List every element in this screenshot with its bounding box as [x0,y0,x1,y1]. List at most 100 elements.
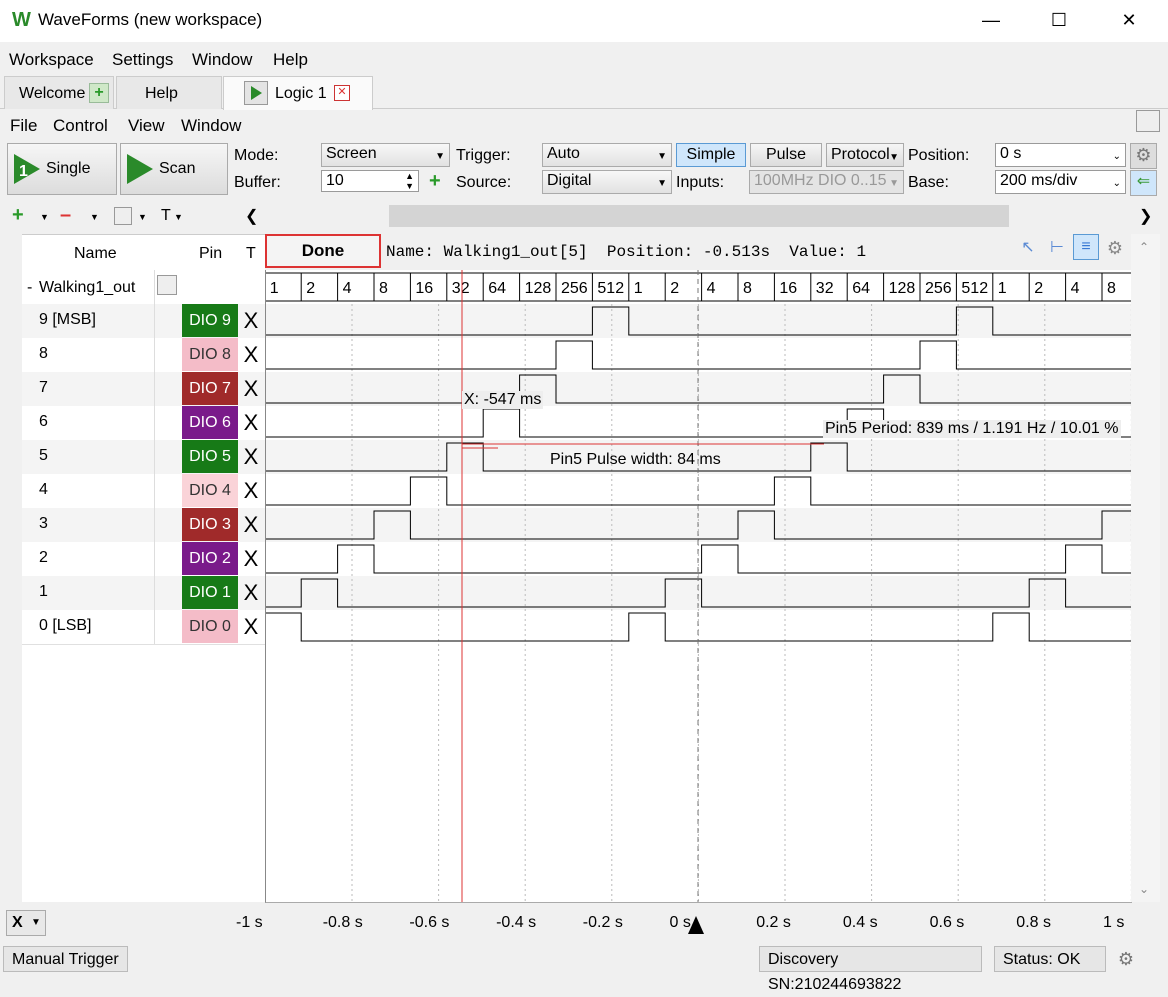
time-tick-label: -0.4 s [496,914,537,931]
edit-icon[interactable] [114,207,132,225]
trigger-column-header: T [246,245,256,262]
close-button[interactable]: ✕ [1106,6,1152,36]
bus-value: 256 [925,280,952,297]
chevron-down-icon[interactable]: ▼ [90,212,99,222]
trigger-condition[interactable]: X [240,474,262,507]
vertical-scrollbar[interactable]: ⌃ ⌄ [1131,234,1160,902]
dock-icon[interactable] [1136,110,1160,132]
channel-list: 9 [MSB] DIO 9 X 8 DIO 8 X 7 DIO 7 X 6 DIO 6 X 5 DIO 5… [22,270,265,902]
menu-file[interactable]: File [10,116,37,136]
channel-row[interactable]: 5 DIO 5X [22,440,265,475]
menu-workspace[interactable]: Workspace [9,50,94,70]
maximize-button[interactable]: ☐ [1036,6,1082,36]
time-tick-label: -0.6 s [409,914,450,931]
bus-row[interactable]: - Walking1_out [22,270,265,304]
x-axis-select[interactable]: X ▼ [6,910,46,936]
base-label: Base: [908,174,949,191]
waveform-plot[interactable]: 1 2 4 8 16 32 64 128 256 512 1 2 4 8 16 32 64 128 256 512 1 2… [264,270,1139,903]
channel-row[interactable]: 3 DIO 3X [22,508,265,543]
text-tool-icon[interactable]: T [161,207,171,225]
channel-toolbar: + ▼ – ▼ ▼ T ▼ ❮ ❯ [0,202,1168,232]
trigger-condition[interactable]: X [240,372,262,405]
trigger-condition[interactable]: X [240,304,262,337]
scroll-down-icon[interactable]: ⌄ [1139,882,1149,896]
spinner-icon[interactable]: ▲ ▼ [405,171,414,191]
trigger-condition[interactable]: X [240,542,262,575]
trigger-select[interactable]: Auto ▼ [542,143,672,167]
add-channel-icon[interactable]: + [12,204,24,227]
scroll-up-icon[interactable]: ⌃ [1139,240,1149,254]
simple-label: Simple [686,146,736,163]
trigger-condition[interactable]: X [240,508,262,541]
menu-control[interactable]: Control [53,116,108,136]
row-stripe [266,576,1132,610]
row-stripe [266,610,1132,644]
remove-channel-icon[interactable]: – [60,204,71,227]
bus-value: 4 [707,280,716,297]
tab-welcome[interactable]: Welcome + [4,76,114,109]
tab-logic-1[interactable]: Logic 1 ✕ [223,76,373,110]
time-tick-label: -0.8 s [322,914,363,931]
horizontal-scrollbar[interactable] [389,205,1009,227]
trigger-condition[interactable]: X [240,406,262,439]
channel-row[interactable]: 0 [LSB] DIO 0X [22,610,265,645]
trigger-condition[interactable]: X [240,338,262,371]
trigger-condition[interactable]: X [240,576,262,609]
scan-button[interactable]: Scan [120,143,228,195]
close-tab-icon[interactable]: ✕ [334,85,350,101]
chevron-down-icon[interactable]: ▼ [138,212,147,222]
chevron-down-icon: ⌄ [1112,151,1121,162]
menu-window-sub[interactable]: Window [181,116,241,136]
protocol-trigger-button[interactable]: Protocol ▼ [826,143,904,167]
tab-help[interactable]: Help [116,76,222,109]
minimize-button[interactable]: — [968,6,1014,36]
settings-gear-icon[interactable]: ⚙ [1130,143,1157,169]
single-button[interactable]: 1 Single [7,143,117,195]
add-buffer-icon[interactable]: + [429,170,441,193]
channel-name: 3 [39,515,48,532]
simple-trigger-button[interactable]: Simple [676,143,746,167]
channel-row[interactable]: 4 DIO 4X [22,474,265,509]
bus-value: 512 [597,280,624,297]
chevron-down-icon[interactable]: ▼ [40,212,49,222]
scan-label: Scan [159,160,196,177]
menu-settings[interactable]: Settings [112,50,173,70]
channel-row[interactable]: 6 DIO 6X [22,406,265,441]
bus-edit-icon[interactable] [157,275,177,295]
row-stripe [266,508,1132,542]
channel-row[interactable]: 1 DIO 1X [22,576,265,611]
menu-view[interactable]: View [128,116,165,136]
manual-trigger-button[interactable]: Manual Trigger [3,946,128,972]
source-select[interactable]: Digital ▼ [542,170,672,194]
time-tick-label: -0.2 s [582,914,623,931]
mode-select[interactable]: Screen ▼ [321,143,450,167]
pulse-trigger-button[interactable]: Pulse [750,143,822,167]
arrow-left-icon[interactable]: ⇐ [1130,170,1157,196]
measure-icon[interactable]: ≡ [1073,234,1099,260]
chevron-down-icon[interactable]: ▼ [174,212,183,222]
position-input[interactable]: 0 s ⌄ [995,143,1126,167]
channel-row[interactable]: 7 DIO 7X [22,372,265,407]
channel-row[interactable]: 2 DIO 2X [22,542,265,577]
view-settings-gear-icon[interactable]: ⚙ [1103,236,1127,260]
menu-window[interactable]: Window [192,50,252,70]
buffer-input[interactable]: 10 ▲ ▼ [321,170,419,192]
pin-badge: DIO 2 [182,542,238,575]
ruler-icon[interactable]: ⊢ [1045,236,1069,260]
device-settings-gear-icon[interactable]: ⚙ [1113,946,1139,972]
channel-row[interactable]: 8 DIO 8X [22,338,265,373]
trigger-condition[interactable]: X [240,440,262,473]
run-tab-icon[interactable] [244,81,268,105]
add-tab-icon[interactable]: + [89,83,109,103]
inputs-select[interactable]: 100MHz DIO 0..15 ▼ [749,170,904,194]
channel-row[interactable]: 9 [MSB] DIO 9X [22,304,265,339]
channel-name: 6 [39,413,48,430]
base-input[interactable]: 200 ms/div ⌄ [995,170,1126,194]
bus-collapse-icon[interactable]: - [27,279,32,297]
scroll-right-icon[interactable]: ❯ [1139,206,1152,226]
trigger-condition[interactable]: X [240,610,262,643]
waveforms-logo-icon: W [12,9,31,31]
cursor-tool-icon[interactable]: ↖ [1016,236,1040,260]
menu-help[interactable]: Help [273,50,308,70]
scroll-left-icon[interactable]: ❮ [245,206,258,226]
